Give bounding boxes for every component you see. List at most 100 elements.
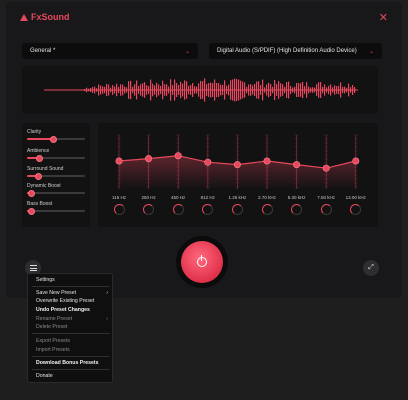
submenu-arrow-icon: ›: [106, 316, 108, 322]
menu-item-label: Undo Preset Changes: [36, 307, 90, 313]
effect-slider-track[interactable]: [27, 207, 85, 215]
waveform-bar: [116, 83, 118, 97]
eq-band-frequency: 13.00 kHz: [345, 195, 366, 200]
menu-divider: [32, 369, 110, 370]
effect-label: Clarity: [27, 129, 42, 135]
eq-band-dial[interactable]: [113, 204, 125, 215]
effect-surround-sound: Surround Sound: [27, 166, 85, 180]
waveform-bar: [308, 86, 310, 94]
waveform-bar: [270, 83, 272, 97]
waveform-bar: [196, 86, 198, 94]
menu-item-undo-preset-changes[interactable]: Undo Preset Changes: [36, 307, 108, 313]
effect-slider-handle[interactable]: [36, 154, 44, 162]
waveform-bar: [272, 86, 274, 94]
waveform-bar: [302, 81, 304, 99]
waveform-bar: [274, 79, 276, 101]
menu-divider: [32, 333, 110, 334]
effect-slider-track[interactable]: [27, 135, 85, 143]
effect-label: Ambience: [27, 148, 50, 154]
eq-band-frequency: 1.25 kHz: [228, 195, 247, 200]
waveform-bar: [248, 84, 250, 96]
expand-icon[interactable]: ⤢: [363, 260, 379, 276]
effects-panel: Clarity Ambience Surround Sound Dynamic …: [22, 123, 90, 227]
eq-band-handle[interactable]: [174, 152, 182, 160]
menu-item-download-bonus-presets[interactable]: Download Bonus Presets: [36, 360, 108, 366]
waveform-bar: [250, 84, 252, 96]
menu-item-rename-preset[interactable]: Rename Preset ›: [36, 316, 108, 322]
menu-item-save-new-preset[interactable]: Save New Preset ›: [36, 290, 108, 296]
eq-band-handle[interactable]: [263, 157, 271, 165]
menu-item-overwrite-existing-preset[interactable]: Overwrite Existing Preset: [36, 298, 108, 304]
eq-band-dial[interactable]: [172, 204, 184, 215]
effect-slider-track[interactable]: [27, 154, 85, 162]
effect-slider-handle[interactable]: [35, 172, 43, 180]
eq-band-handle[interactable]: [204, 158, 212, 166]
output-device-dropdown[interactable]: Digital Audio (S/PDIF) (High Definition …: [209, 43, 382, 59]
waveform-bar: [206, 84, 208, 96]
close-icon[interactable]: ✕: [379, 11, 388, 24]
eq-band-handle[interactable]: [233, 161, 241, 169]
equalizer-panel: 115 Hz 250 Hz 450 Hz 812 Hz 1.25 kHz 2.70 kHz…: [98, 123, 378, 227]
waveform-bar: [164, 84, 166, 96]
waveform-bar: [86, 87, 88, 93]
effect-bass-boost: Bass Boost: [27, 201, 85, 215]
waveform-bar: [180, 81, 182, 99]
eq-band-dial[interactable]: [261, 204, 273, 215]
waveform-bar: [326, 87, 328, 93]
menu-item-settings[interactable]: Settings: [36, 277, 108, 283]
waveform-bar: [150, 79, 152, 101]
waveform-bar: [224, 80, 226, 100]
effect-slider-track[interactable]: [27, 189, 85, 197]
waveform-bar: [232, 79, 234, 101]
menu-item-label: Import Presets: [36, 347, 70, 353]
menu-item-delete-preset[interactable]: Delete Preset: [36, 324, 108, 330]
waveform-bar: [98, 84, 100, 96]
waveform-bar: [90, 88, 92, 92]
menu-item-import-presets[interactable]: Import Presets: [36, 347, 108, 353]
eq-band-handle[interactable]: [352, 157, 360, 165]
menu-item-label: Settings: [36, 277, 55, 283]
waveform-bar: [106, 84, 108, 96]
effect-clarity: Clarity: [27, 129, 85, 143]
waveform-bar: [254, 83, 256, 97]
waveform-bar: [190, 85, 192, 95]
waveform-bar: [286, 82, 288, 98]
waveform-bar: [324, 84, 326, 96]
waveform-bar: [146, 85, 148, 95]
eq-band-handle[interactable]: [322, 164, 330, 172]
menu-item-export-presets[interactable]: Export Presets: [36, 338, 108, 344]
effect-slider-handle[interactable]: [28, 189, 36, 197]
waveform-bar: [344, 86, 346, 94]
waveform-bar: [154, 85, 156, 95]
waveform-bar: [100, 85, 102, 95]
eq-band-frequency: 2.70 kHz: [258, 195, 276, 200]
chevron-down-icon: ⌄: [368, 48, 374, 55]
effect-slider-handle[interactable]: [28, 207, 36, 215]
waveform-bar: [352, 85, 354, 95]
waveform-bar: [88, 88, 90, 92]
preset-dropdown[interactable]: General * ⌄: [22, 43, 198, 59]
effect-slider-track[interactable]: [27, 172, 85, 180]
eq-band-handle[interactable]: [293, 161, 301, 169]
menu-divider: [32, 356, 110, 357]
effect-slider-handle[interactable]: [49, 135, 57, 143]
waveform-bar: [314, 87, 316, 93]
waveform-bar: [218, 83, 220, 97]
waveform-bar: [342, 86, 344, 94]
menu-item-label: Download Bonus Presets: [36, 360, 99, 366]
waveform-bar: [102, 86, 104, 94]
waveform-bar: [228, 84, 230, 96]
eq-band-dial[interactable]: [231, 204, 243, 215]
power-button[interactable]: [181, 241, 223, 283]
waveform-bar: [110, 87, 112, 93]
waveform-bar: [124, 86, 126, 94]
waveform-bar: [94, 86, 96, 94]
eq-band-handle[interactable]: [145, 155, 153, 163]
eq-band-handle[interactable]: [115, 157, 123, 165]
waveform-bar: [188, 85, 190, 95]
menu-item-donate[interactable]: Donate: [36, 373, 108, 379]
waveform-bar: [222, 84, 224, 96]
waveform-bar: [246, 86, 248, 94]
waveform-bar: [178, 85, 180, 95]
eq-band-dial[interactable]: [320, 204, 332, 215]
